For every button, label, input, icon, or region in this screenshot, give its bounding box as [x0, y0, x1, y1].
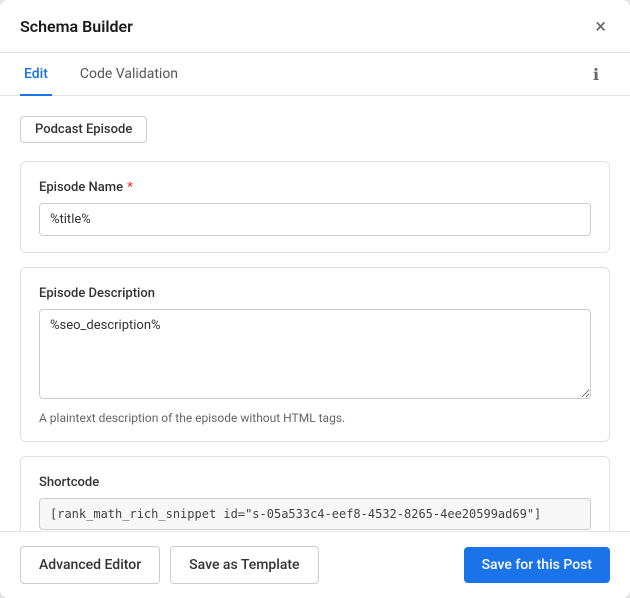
schema-type-badge: Podcast Episode	[20, 116, 147, 143]
modal-title: Schema Builder	[20, 17, 133, 36]
info-icon: ℹ	[593, 65, 599, 84]
close-button[interactable]: ×	[591, 14, 610, 38]
episode-description-hint: A plaintext description of the episode w…	[39, 411, 591, 425]
tabs-bar: Edit Code Validation ℹ	[0, 53, 630, 96]
modal-header: Schema Builder ×	[0, 0, 630, 53]
episode-description-section: Episode Description %seo_description% A …	[20, 267, 610, 442]
required-star: *	[127, 180, 133, 195]
tab-edit[interactable]: Edit	[20, 54, 52, 96]
modal-footer: Advanced Editor Save as Template Save fo…	[0, 531, 630, 598]
footer-left-buttons: Advanced Editor Save as Template	[20, 546, 319, 584]
info-icon-button[interactable]: ℹ	[582, 60, 610, 88]
save-template-button[interactable]: Save as Template	[170, 546, 318, 584]
schema-builder-modal: Schema Builder × Edit Code Validation ℹ …	[0, 0, 630, 598]
advanced-editor-button[interactable]: Advanced Editor	[20, 546, 160, 584]
tab-code-validation[interactable]: Code Validation	[76, 54, 182, 96]
save-for-post-button[interactable]: Save for this Post	[464, 547, 610, 583]
modal-body: Podcast Episode Episode Name * Episode D…	[0, 96, 630, 531]
shortcode-label: Shortcode	[39, 475, 591, 490]
episode-name-label: Episode Name *	[39, 180, 591, 195]
episode-description-input[interactable]: %seo_description%	[39, 309, 591, 399]
episode-description-label: Episode Description	[39, 286, 591, 301]
episode-name-section: Episode Name *	[20, 161, 610, 253]
shortcode-section: Shortcode You can either use this shortc…	[20, 456, 610, 531]
shortcode-input[interactable]	[39, 498, 591, 530]
episode-name-input[interactable]	[39, 203, 591, 236]
